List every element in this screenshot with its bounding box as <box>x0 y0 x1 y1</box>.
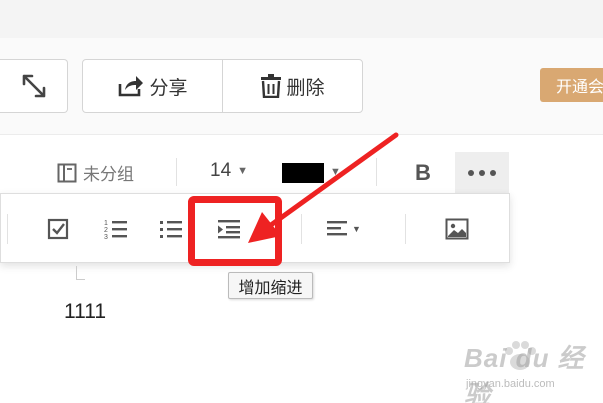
svg-text:1: 1 <box>104 220 108 227</box>
tooltip-text: 增加缩进 <box>238 279 303 297</box>
watermark: Bai du 经验 jingyan.baidu.com <box>458 338 598 403</box>
trash-icon <box>261 74 282 98</box>
open-membership-label: 开通会员 <box>556 79 603 96</box>
more-dot <box>468 170 474 176</box>
group-selector[interactable]: 未分组 <box>57 160 134 185</box>
more-dot <box>490 170 496 176</box>
popup-divider <box>301 214 302 244</box>
open-membership-button[interactable]: 开通会员 <box>540 68 603 102</box>
editor-content[interactable]: 1111 <box>64 300 106 324</box>
svg-text:3: 3 <box>104 234 108 240</box>
bold-button[interactable]: B <box>408 156 438 190</box>
top-band <box>0 0 603 38</box>
chevron-down-icon: ▼ <box>237 165 249 177</box>
align-select[interactable]: ▼ <box>321 213 367 245</box>
more-button[interactable] <box>455 152 509 194</box>
chevron-down-icon: ▼ <box>352 224 361 234</box>
bold-icon: B <box>415 160 431 185</box>
group-label: 未分组 <box>83 165 134 184</box>
expand-icon <box>22 74 45 98</box>
font-color-swatch[interactable] <box>282 163 324 183</box>
align-left-icon <box>327 221 348 236</box>
insert-image-button[interactable] <box>440 213 474 245</box>
image-icon <box>445 218 469 240</box>
toolbar-divider <box>176 158 177 186</box>
editor-corner-mark <box>76 266 85 280</box>
fullscreen-button[interactable] <box>0 59 68 113</box>
toolbar-divider <box>376 158 377 186</box>
more-dot <box>479 170 485 176</box>
font-size-select[interactable]: 14 ▼ <box>210 160 248 182</box>
svg-text:2: 2 <box>104 227 108 234</box>
font-size-value: 14 <box>210 160 232 181</box>
bullet-list-icon <box>160 221 182 238</box>
numbered-list-button[interactable]: 1 2 3 <box>99 213 133 245</box>
annotation-highlight-box <box>188 196 282 266</box>
watermark-url: jingyan.baidu.com <box>466 378 555 390</box>
bullet-list-button[interactable] <box>154 213 188 245</box>
numbered-list-icon: 1 2 3 <box>104 220 127 240</box>
note-actions: 分享 删除 <box>82 59 363 113</box>
chevron-down-icon: ▼ <box>330 166 341 178</box>
share-icon <box>119 76 144 97</box>
notebook-icon <box>57 163 77 182</box>
checklist-button[interactable] <box>41 213 75 245</box>
share-label: 分享 <box>149 77 188 99</box>
share-button[interactable]: 分享 <box>83 60 222 112</box>
checklist-icon <box>47 218 69 240</box>
popup-divider <box>405 214 406 244</box>
indent-tooltip: 增加缩进 <box>228 272 313 299</box>
delete-button[interactable]: 删除 <box>222 60 362 112</box>
delete-label: 删除 <box>286 77 325 99</box>
popup-divider <box>7 214 8 244</box>
watermark-logo: Bai du 经验 <box>464 343 585 403</box>
